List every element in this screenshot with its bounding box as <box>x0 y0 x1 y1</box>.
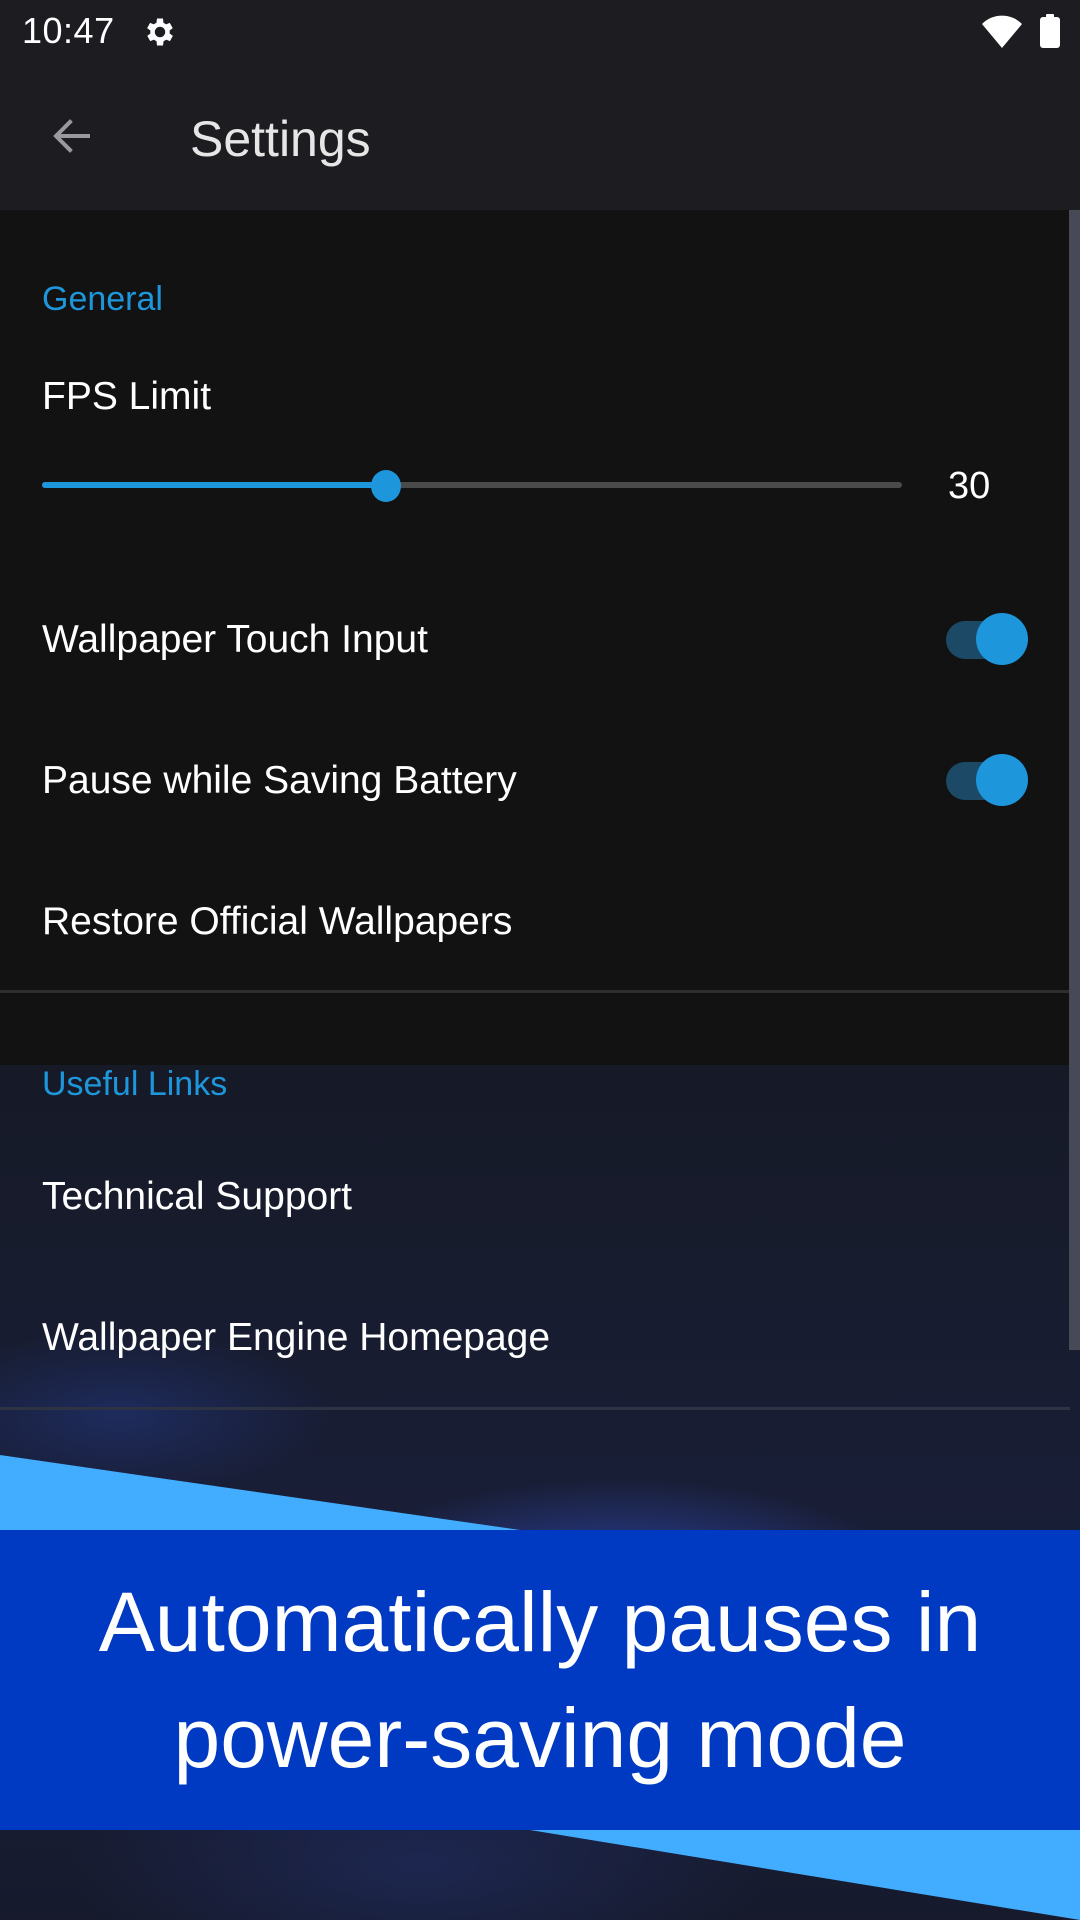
touch-input-toggle[interactable] <box>946 612 1030 668</box>
homepage-link[interactable]: Wallpaper Engine Homepage <box>42 1316 550 1360</box>
fps-limit-label: FPS Limit <box>42 375 212 418</box>
status-bar: 10:47 <box>0 0 1080 64</box>
restore-wallpapers-item[interactable]: Restore Official Wallpapers <box>42 900 512 944</box>
useful-links-section: Useful Links Technical Support Wallpaper… <box>0 1065 1070 1410</box>
promo-banner: Automatically pauses in power-saving mod… <box>0 1530 1080 1830</box>
fps-limit-value: 30 <box>948 465 991 507</box>
general-section: General FPS Limit 30 Wallpaper Touch Inp… <box>0 210 1070 1065</box>
section-divider <box>0 990 1070 993</box>
banner-wedge-bottom <box>530 1830 1080 1920</box>
section-header-useful-links: Useful Links <box>42 1065 228 1103</box>
toggle-thumb <box>976 754 1028 806</box>
pause-battery-toggle[interactable] <box>946 753 1030 809</box>
wifi-icon <box>982 14 1022 48</box>
touch-input-label: Wallpaper Touch Input <box>42 618 428 661</box>
scrollbar[interactable] <box>1069 210 1080 1350</box>
section-divider <box>0 1407 1070 1410</box>
gear-icon <box>142 14 178 50</box>
toggle-thumb <box>976 613 1028 665</box>
pause-battery-label: Pause while Saving Battery <box>42 759 517 802</box>
page-title: Settings <box>190 111 371 167</box>
section-header-general: General <box>42 280 163 318</box>
app-bar: Settings <box>0 64 1080 210</box>
battery-icon <box>1040 14 1060 48</box>
technical-support-link[interactable]: Technical Support <box>42 1175 352 1219</box>
promo-text-line-1: Automatically pauses in <box>98 1575 982 1669</box>
arrow-left-icon <box>48 112 96 165</box>
promo-text-line-2: power-saving mode <box>173 1691 907 1785</box>
slider-thumb[interactable] <box>371 470 401 502</box>
status-time: 10:47 <box>22 10 115 51</box>
slider-fill <box>42 482 386 488</box>
back-button[interactable] <box>40 106 104 170</box>
banner-wedge-top <box>0 1455 520 1530</box>
fps-limit-slider[interactable] <box>42 470 902 502</box>
